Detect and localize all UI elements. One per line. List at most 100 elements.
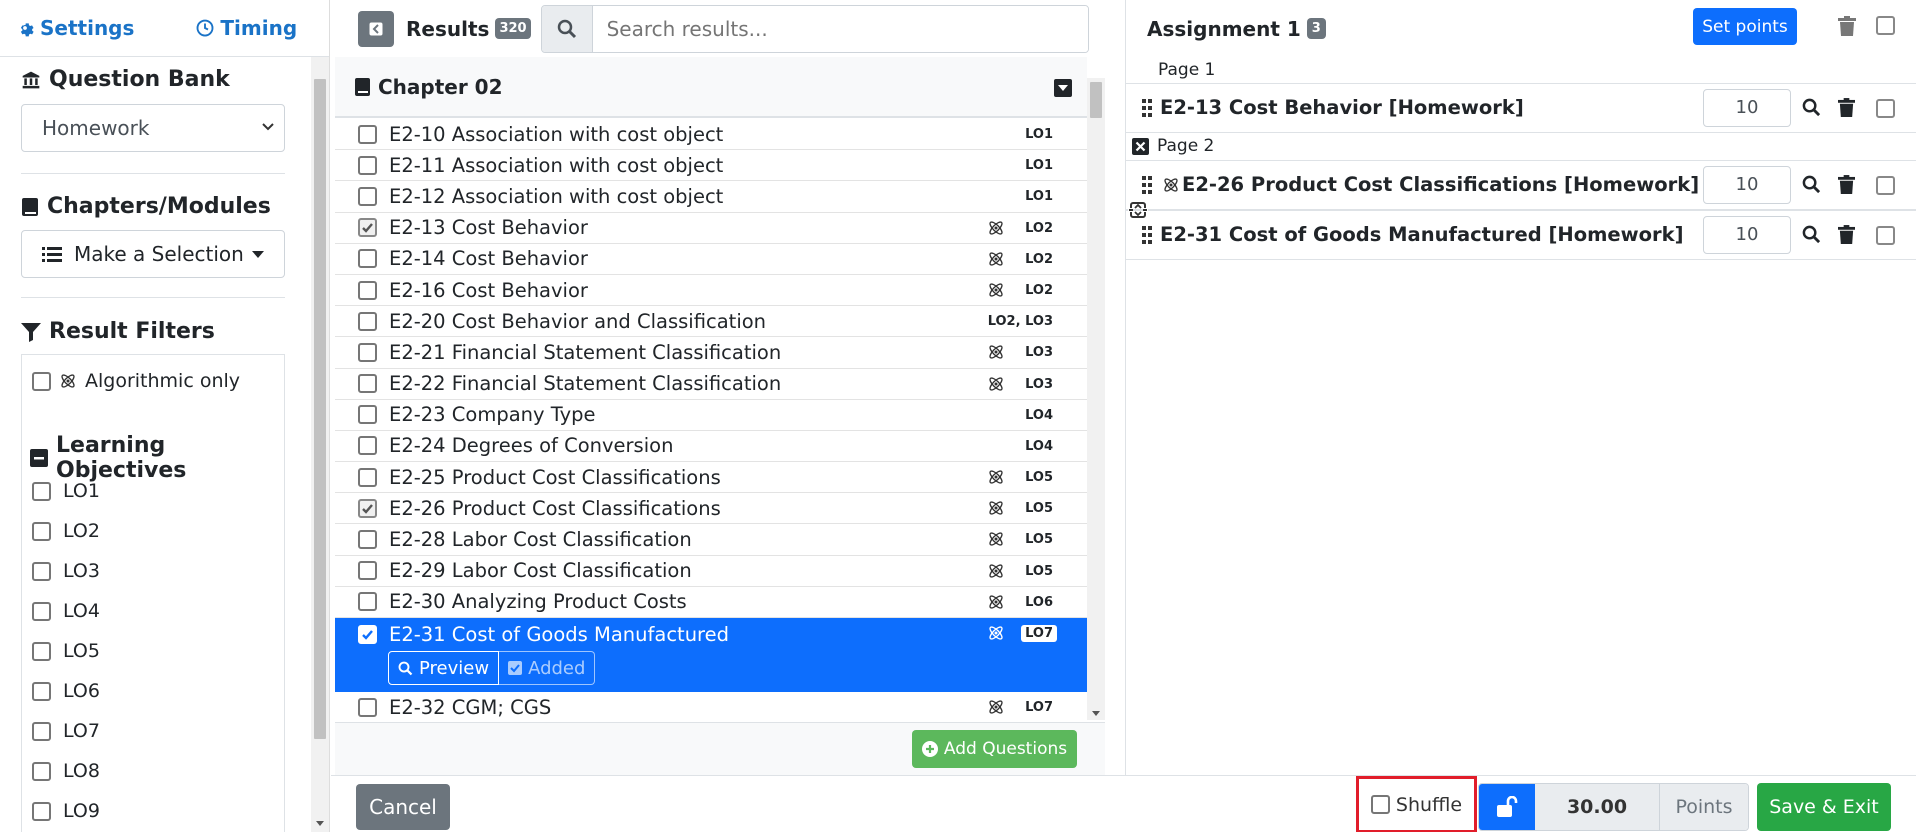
- result-row[interactable]: E2-29 Labor Cost Classification LO5: [335, 555, 1087, 587]
- result-row[interactable]: E2-11 Association with cost object LO1: [335, 150, 1087, 182]
- result-checkbox[interactable]: [358, 186, 377, 206]
- search-input[interactable]: [592, 5, 1088, 52]
- remove-page-icon[interactable]: [1132, 138, 1149, 155]
- result-checkbox[interactable]: [358, 124, 377, 144]
- learning-objective-filter[interactable]: LO8: [32, 751, 100, 791]
- result-row[interactable]: E2-32 CGM; CGS LO7: [335, 692, 1087, 719]
- points-input[interactable]: 10: [1703, 89, 1791, 127]
- trash-icon[interactable]: [1838, 16, 1856, 36]
- result-row[interactable]: E2-13 Cost Behavior LO2: [335, 212, 1087, 244]
- learning-objective-filter[interactable]: LO9: [32, 791, 100, 831]
- result-checkbox[interactable]: [358, 592, 377, 612]
- result-checkbox[interactable]: [358, 311, 377, 331]
- cancel-button[interactable]: Cancel: [356, 784, 450, 830]
- result-row[interactable]: E2-26 Product Cost Classifications LO5: [335, 493, 1087, 525]
- learning-objective-checkbox[interactable]: [32, 761, 51, 781]
- learning-objective-filter[interactable]: LO7: [32, 711, 100, 751]
- chapter-header[interactable]: Chapter 02: [335, 57, 1087, 118]
- select-all-checkbox[interactable]: [1876, 16, 1895, 35]
- chapter-selection-button[interactable]: Make a Selection: [21, 230, 285, 278]
- result-checkbox[interactable]: [358, 249, 377, 269]
- result-checkbox[interactable]: [358, 155, 377, 175]
- result-row[interactable]: E2-30 Analyzing Product Costs LO6: [335, 586, 1087, 618]
- result-checkbox[interactable]: [358, 467, 377, 487]
- result-row[interactable]: E2-14 Cost Behavior LO2: [335, 243, 1087, 275]
- result-row[interactable]: E2-20 Cost Behavior and Classification LO…: [335, 306, 1087, 338]
- trash-icon[interactable]: [1838, 98, 1855, 117]
- result-checkbox[interactable]: [358, 561, 377, 581]
- result-row[interactable]: E2-31 Cost of Goods Manufactured LO7 Previ…: [335, 618, 1087, 692]
- learning-objective-checkbox[interactable]: [32, 681, 51, 701]
- result-checkbox[interactable]: [358, 625, 377, 644]
- results-scrollbar-thumb[interactable]: [1090, 82, 1102, 118]
- add-questions-button[interactable]: Add Questions: [912, 730, 1077, 768]
- result-row[interactable]: E2-10 Association with cost object LO1: [335, 119, 1087, 151]
- learning-objective-checkbox[interactable]: [32, 521, 51, 541]
- result-row[interactable]: E2-12 Association with cost object LO1: [335, 181, 1087, 213]
- learning-objective-checkbox[interactable]: [32, 601, 51, 621]
- preview-search-icon[interactable]: [1802, 98, 1821, 117]
- set-points-button[interactable]: Set points: [1693, 8, 1797, 45]
- learning-objective-filter[interactable]: LO6: [32, 671, 100, 711]
- result-checkbox[interactable]: [358, 436, 377, 456]
- drag-handle-icon[interactable]: [1142, 176, 1152, 194]
- learning-objective-checkbox[interactable]: [32, 481, 51, 501]
- learning-objective-filter[interactable]: LO5: [32, 631, 100, 671]
- shuffle-toggle[interactable]: Shuffle: [1356, 776, 1477, 832]
- points-input[interactable]: 10: [1703, 166, 1791, 204]
- assignment-item[interactable]: E2-13 Cost Behavior [Homework] 10: [1126, 83, 1916, 133]
- results-scrollbar[interactable]: [1087, 78, 1105, 720]
- left-scrollbar-thumb[interactable]: [314, 79, 326, 739]
- assignment-item-checkbox[interactable]: [1876, 176, 1895, 195]
- drag-handle-icon[interactable]: [1142, 99, 1152, 117]
- learning-objective-filter[interactable]: LO4: [32, 591, 100, 631]
- shuffle-checkbox[interactable]: [1370, 795, 1390, 814]
- trash-icon[interactable]: [1838, 225, 1855, 244]
- question-bank-select[interactable]: Homework: [21, 104, 285, 152]
- learning-objective-checkbox[interactable]: [32, 641, 51, 661]
- result-row[interactable]: E2-24 Degrees of Conversion LO4: [335, 430, 1087, 463]
- learning-objective-checkbox[interactable]: [32, 801, 51, 821]
- search-button[interactable]: [541, 5, 593, 52]
- scroll-down-arrow[interactable]: [316, 821, 324, 826]
- preview-button[interactable]: Preview: [388, 651, 500, 685]
- result-row[interactable]: E2-28 Labor Cost Classification LO5: [335, 524, 1087, 556]
- move-page-break-icon[interactable]: [1128, 200, 1148, 220]
- learning-objective-filter[interactable]: LO1: [32, 471, 100, 511]
- timing-tab[interactable]: Timing: [196, 16, 297, 40]
- result-checkbox[interactable]: [358, 405, 377, 425]
- result-row[interactable]: E2-23 Company Type LO4: [335, 399, 1087, 431]
- learning-objective-checkbox[interactable]: [32, 721, 51, 741]
- algorithmic-only-checkbox[interactable]: [32, 371, 51, 391]
- left-scroll-area[interactable]: Question Bank Homework Chapters/Modules …: [0, 57, 312, 832]
- assignment-item[interactable]: E2-26 Product Cost Classifications [Home…: [1126, 160, 1916, 210]
- points-input[interactable]: 10: [1703, 216, 1791, 254]
- scroll-down-arrow[interactable]: [1092, 711, 1100, 716]
- assignment-item-checkbox[interactable]: [1876, 99, 1895, 118]
- result-checkbox[interactable]: [358, 374, 377, 394]
- settings-tab[interactable]: Settings: [16, 16, 134, 40]
- result-checkbox[interactable]: [358, 498, 377, 518]
- trash-icon[interactable]: [1838, 175, 1855, 194]
- learning-objective-checkbox[interactable]: [32, 561, 51, 581]
- result-checkbox[interactable]: [358, 697, 377, 717]
- algorithmic-only-filter[interactable]: Algorithmic only: [32, 361, 240, 401]
- result-checkbox[interactable]: [358, 530, 377, 550]
- learning-objective-filter[interactable]: LO2: [32, 511, 100, 551]
- result-row[interactable]: E2-22 Financial Statement Classification…: [335, 368, 1087, 400]
- preview-search-icon[interactable]: [1802, 175, 1821, 194]
- result-row[interactable]: E2-21 Financial Statement Classification…: [335, 337, 1087, 369]
- collapse-left-button[interactable]: [358, 10, 394, 47]
- result-checkbox[interactable]: [358, 280, 377, 300]
- result-row[interactable]: E2-25 Product Cost Classifications LO5: [335, 462, 1087, 494]
- drag-handle-icon[interactable]: [1142, 226, 1152, 244]
- result-checkbox[interactable]: [358, 218, 377, 238]
- caret-square-down-icon[interactable]: [1054, 79, 1072, 97]
- preview-search-icon[interactable]: [1802, 225, 1821, 244]
- assignment-item-checkbox[interactable]: [1876, 226, 1895, 245]
- left-scrollbar[interactable]: [311, 57, 329, 832]
- lock-toggle-button[interactable]: [1479, 784, 1535, 830]
- result-checkbox[interactable]: [358, 342, 377, 362]
- result-row[interactable]: E2-16 Cost Behavior LO2: [335, 274, 1087, 307]
- save-exit-button[interactable]: Save & Exit: [1757, 783, 1891, 831]
